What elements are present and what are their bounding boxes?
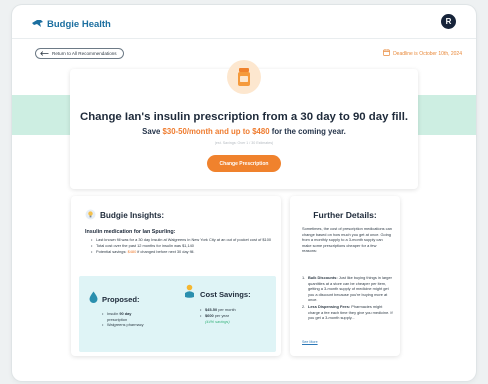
list-item: 2. Less Dispensing Fees: Pharmacies might… (302, 304, 394, 321)
list-item: $600 per year (200, 313, 251, 319)
further-details-card: Further Details: Sometimes, the cost of … (290, 196, 400, 356)
proposed-list: Insulin 90 day prescription Walgreens ph… (102, 311, 144, 328)
pill-bottle-icon (227, 60, 261, 94)
lightbulb-icon (85, 209, 96, 222)
back-to-recommendations-button[interactable]: Return to All Recommendations (35, 48, 124, 59)
cost-savings-list: $45-50 per month $600 per year (200, 307, 251, 318)
insights-heading: Budgie Insights: (85, 209, 164, 222)
item-number: 1. (302, 275, 306, 280)
savings-summary-amount: $30-50/month and up to $480 (162, 127, 270, 136)
savings-summary-prefix: Save (142, 127, 163, 136)
details-title: Further Details: (313, 210, 377, 220)
cost-savings-title: Cost Savings: (200, 289, 251, 299)
cost-savings-heading: Cost Savings: (183, 284, 251, 304)
list-item: Walgreens pharmacy (102, 322, 144, 328)
proposed-item-suffix: prescription (107, 316, 128, 322)
insights-heading-text: Budgie Insights: (100, 211, 165, 220)
arrow-left-icon (40, 50, 49, 57)
deadline-notice: Deadline is October 10th, 2024 (383, 49, 462, 58)
details-body: Sometimes, the cost of prescription medi… (302, 226, 392, 254)
savings-month-amount: $45-50 (205, 307, 218, 312)
potential-savings-amount: $480 (127, 249, 137, 254)
insights-card: Budgie Insights: Insulin medication for … (71, 196, 281, 356)
item-heading: Bulk Discounts: (308, 275, 338, 280)
top-bar: Budgie Health R (12, 5, 476, 37)
list-item: Insulin 90 day prescription (102, 311, 144, 322)
calendar-icon (383, 49, 390, 58)
details-list: 1. Bulk Discounts: Just like buying thing… (302, 275, 394, 322)
budgie-logo-icon (32, 15, 43, 33)
insights-list: Last known fill was for a 30 day Insulin… (91, 237, 275, 255)
item-number: 2. (302, 303, 306, 309)
proposed-item-prefix: Insulin (107, 311, 120, 316)
potential-savings-prefix: Potential savings: (96, 249, 128, 254)
estimate-note: (est. Savings: Over 1 / 30 Estimates) (214, 141, 274, 145)
change-prescription-button[interactable]: Change Prescription (207, 155, 281, 172)
proposed-heading: Proposed: (89, 290, 144, 308)
savings-percent: (44% savings) (205, 319, 230, 325)
user-avatar[interactable]: R (441, 14, 456, 29)
brand-name: Budgie Health (47, 18, 111, 30)
proposed-title: Proposed: (102, 294, 140, 304)
proposal-summary-box: Proposed: Insulin 90 day prescription Wa… (79, 276, 276, 352)
list-item: 1. Bulk Discounts: Just like buying thing… (302, 275, 394, 303)
header-divider (12, 38, 476, 39)
brand-logo[interactable]: Budgie Health (32, 15, 111, 33)
savings-year-amount: $600 (205, 312, 214, 318)
app-window: Budgie Health R Return to All Recommenda… (12, 5, 476, 381)
savings-year-suffix: per year (213, 312, 230, 318)
piggy-bank-icon (183, 284, 196, 304)
proposed-item-bold: 90 day (119, 311, 132, 316)
proposed-section: Proposed: Insulin 90 day prescription Wa… (89, 290, 144, 328)
recommendation-title: Change Ian's insulin prescription from a… (79, 111, 409, 123)
recommendation-card: Change Ian's insulin prescription from a… (70, 60, 418, 189)
potential-savings-suffix: if changed before next 30 day fill. (136, 249, 195, 254)
water-drop-icon (89, 290, 98, 308)
see-more-link[interactable]: See More (302, 340, 318, 344)
insights-subheading: Insulin medication for Ian Spurling: (85, 229, 176, 235)
savings-month-suffix: per month (217, 307, 236, 312)
deadline-text: Deadline is October 10th, 2024 (393, 50, 462, 57)
savings-summary-suffix: for the coming year. (269, 127, 346, 136)
back-button-label: Return to All Recommendations (52, 51, 117, 56)
list-item: Potential savings: $480 if changed befor… (91, 249, 275, 255)
cost-savings-section: Cost Savings: $45-50 per month $600 per … (183, 284, 251, 324)
item-heading: Less Dispensing Fees: (308, 303, 351, 309)
savings-summary: Save $30-50/month and up to $480 for the… (70, 127, 418, 136)
